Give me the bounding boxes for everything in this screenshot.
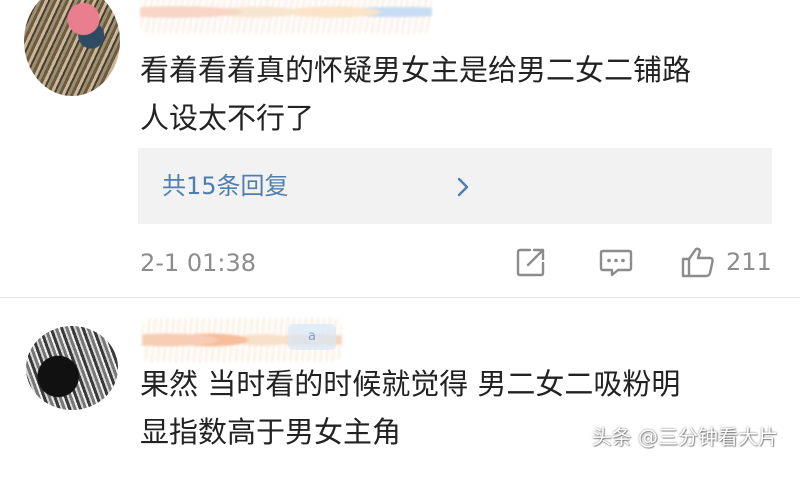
reply-icon bbox=[599, 249, 633, 277]
username-blurred[interactable] bbox=[140, 0, 432, 34]
like-button[interactable]: 211 bbox=[680, 244, 772, 280]
watermark: 头条 @三分钟看大片 bbox=[591, 425, 778, 449]
avatar[interactable] bbox=[26, 326, 118, 410]
comment-text: 看着看着真的怀疑男女主是给男二女二铺路 人设太不行了 bbox=[140, 46, 780, 142]
replies-label: 共15条回复 bbox=[162, 172, 289, 200]
comment-text-line: 果然 当时看的时候就觉得 男二女二吸粉明 bbox=[140, 367, 681, 401]
share-button[interactable] bbox=[514, 244, 548, 280]
thumbs-up-icon bbox=[681, 247, 714, 278]
reply-button[interactable] bbox=[598, 244, 634, 280]
avatar[interactable] bbox=[24, 0, 120, 96]
user-badge: a bbox=[288, 324, 336, 350]
comment-text-line: 人设太不行了 bbox=[140, 101, 315, 135]
chevron-right-icon bbox=[457, 177, 469, 197]
like-count: 211 bbox=[726, 248, 772, 276]
share-icon bbox=[516, 248, 545, 277]
comment-item: a 果然 当时看的时候就觉得 男二女二吸粉明 显指数高于男女主角 bbox=[0, 298, 800, 480]
comment-item: 看着看着真的怀疑男女主是给男二女二铺路 人设太不行了 共15条回复 2-1 01… bbox=[0, 0, 800, 298]
view-replies-button[interactable]: 共15条回复 bbox=[138, 148, 772, 224]
comment-timestamp: 2-1 01:38 bbox=[140, 249, 256, 277]
comment-text-line: 看着看着真的怀疑男女主是给男二女二铺路 bbox=[140, 53, 692, 87]
